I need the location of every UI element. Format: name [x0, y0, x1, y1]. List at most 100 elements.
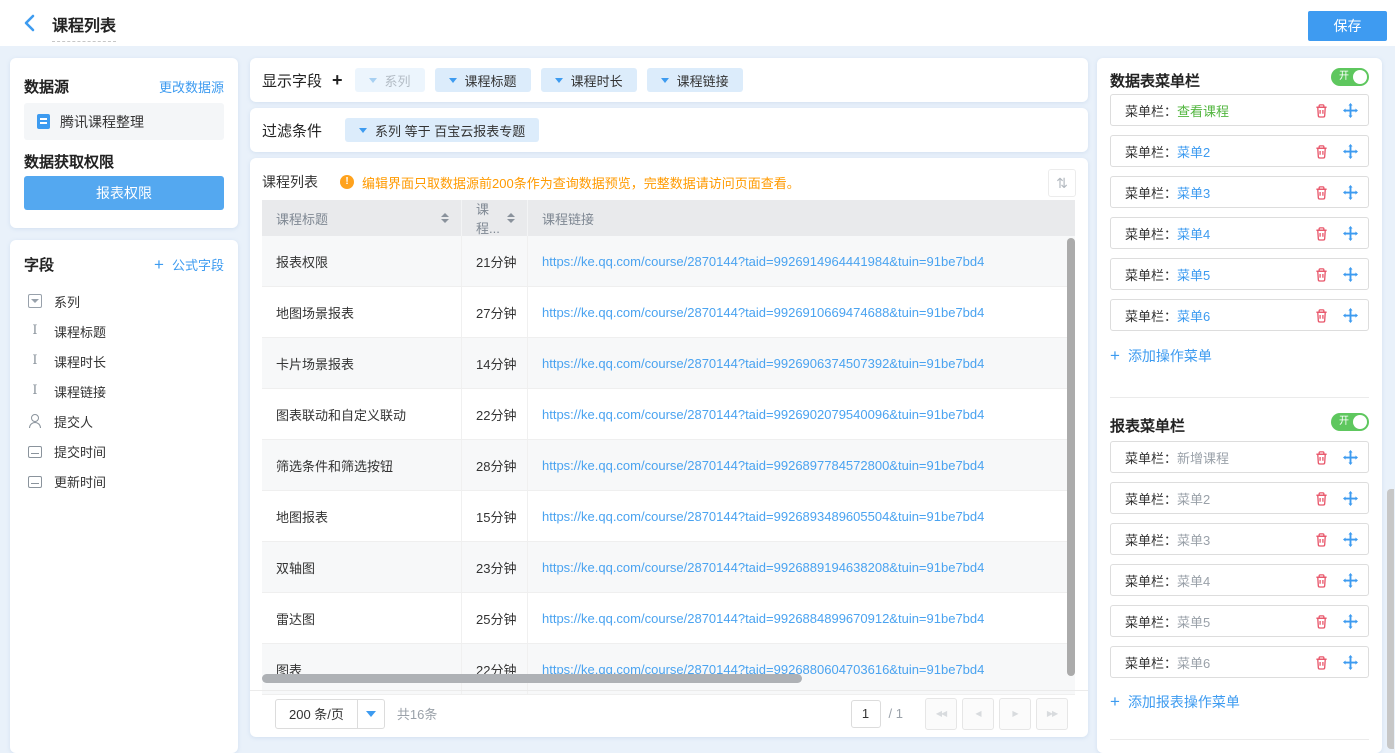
menu-item[interactable]: 菜单栏：菜单4: [1110, 217, 1369, 249]
filter-chip[interactable]: 系列 等于 百宝云报表专题: [345, 118, 539, 142]
course-link[interactable]: https://ke.qq.com/course/2870144?taid=99…: [542, 254, 984, 269]
move-icon[interactable]: [1342, 102, 1358, 118]
last-page-button[interactable]: ▶▶: [1036, 698, 1068, 730]
delete-icon[interactable]: [1313, 572, 1329, 588]
back-icon[interactable]: [20, 13, 40, 33]
report-permission-button[interactable]: 报表权限: [24, 176, 224, 210]
delete-icon[interactable]: [1313, 654, 1329, 670]
chevron-down-icon[interactable]: [661, 78, 669, 83]
column-header[interactable]: 课程...: [462, 200, 528, 236]
field-item[interactable]: 提交时间: [10, 436, 238, 466]
report-menu-toggle[interactable]: 开: [1331, 413, 1369, 431]
menu-item[interactable]: 菜单栏：菜单5: [1110, 258, 1369, 290]
column-header[interactable]: 课程标题: [262, 200, 462, 236]
add-table-menu-link[interactable]: + 添加操作菜单: [1110, 346, 1212, 366]
course-link[interactable]: https://ke.qq.com/course/2870144?taid=99…: [542, 356, 984, 371]
menu-item-value[interactable]: 菜单4: [1177, 224, 1210, 243]
save-button[interactable]: 保存: [1308, 11, 1387, 41]
delete-icon[interactable]: [1313, 307, 1329, 323]
page-title[interactable]: 课程列表: [52, 12, 116, 42]
sort-arrows-icon[interactable]: [507, 213, 515, 223]
menu-item-value[interactable]: 菜单6: [1177, 306, 1210, 325]
column-header[interactable]: 课程链接: [528, 200, 1075, 236]
change-datasource-link[interactable]: 更改数据源: [159, 77, 224, 96]
menu-item-value[interactable]: 菜单3: [1177, 530, 1210, 549]
menu-item[interactable]: 菜单栏：菜单6: [1110, 646, 1369, 678]
menu-item-value[interactable]: 菜单6: [1177, 653, 1210, 672]
move-icon[interactable]: [1342, 225, 1358, 241]
delete-icon[interactable]: [1313, 449, 1329, 465]
sort-arrows-icon[interactable]: [441, 213, 449, 223]
field-item[interactable]: 提交人: [10, 406, 238, 436]
menu-item-value[interactable]: 菜单2: [1177, 489, 1210, 508]
move-icon[interactable]: [1342, 143, 1358, 159]
menu-item[interactable]: 菜单栏：菜单2: [1110, 135, 1369, 167]
move-icon[interactable]: [1342, 531, 1358, 547]
menu-item-value[interactable]: 菜单2: [1177, 142, 1210, 161]
course-link[interactable]: https://ke.qq.com/course/2870144?taid=99…: [542, 611, 984, 626]
menu-item-value[interactable]: 菜单4: [1177, 571, 1210, 590]
delete-icon[interactable]: [1313, 613, 1329, 629]
menu-item-value[interactable]: 菜单3: [1177, 183, 1210, 202]
datasource-item[interactable]: 腾讯课程整理: [24, 103, 224, 140]
menu-item[interactable]: 菜单栏：菜单5: [1110, 605, 1369, 637]
menu-item[interactable]: 菜单栏：菜单3: [1110, 523, 1369, 555]
add-display-field-button[interactable]: +: [332, 70, 343, 91]
table-horizontal-scrollbar[interactable]: [262, 674, 802, 683]
course-link[interactable]: https://ke.qq.com/course/2870144?taid=99…: [542, 407, 984, 422]
field-item[interactable]: 更新时间: [10, 466, 238, 496]
field-item[interactable]: 课程链接: [10, 376, 238, 406]
menu-item[interactable]: 菜单栏：查看课程: [1110, 94, 1369, 126]
field-chip[interactable]: 课程标题: [435, 68, 531, 92]
delete-icon[interactable]: [1313, 531, 1329, 547]
move-icon[interactable]: [1342, 654, 1358, 670]
menu-item-value[interactable]: 查看课程: [1177, 101, 1229, 120]
menu-item-value[interactable]: 新增课程: [1177, 448, 1229, 467]
move-icon[interactable]: [1342, 490, 1358, 506]
course-link[interactable]: https://ke.qq.com/course/2870144?taid=99…: [542, 458, 984, 473]
move-icon[interactable]: [1342, 572, 1358, 588]
menu-item-value[interactable]: 菜单5: [1177, 612, 1210, 631]
course-link[interactable]: https://ke.qq.com/course/2870144?taid=99…: [542, 305, 984, 320]
menu-item[interactable]: 菜单栏：菜单6: [1110, 299, 1369, 331]
delete-icon[interactable]: [1313, 225, 1329, 241]
delete-icon[interactable]: [1313, 143, 1329, 159]
delete-icon[interactable]: [1313, 184, 1329, 200]
first-page-button[interactable]: ◀◀: [925, 698, 957, 730]
sort-order-button[interactable]: ⇅: [1048, 169, 1076, 197]
course-link[interactable]: https://ke.qq.com/course/2870144?taid=99…: [542, 509, 984, 524]
delete-icon[interactable]: [1313, 490, 1329, 506]
prev-page-button[interactable]: ◀: [962, 698, 994, 730]
page-size-select[interactable]: 200 条/页: [275, 699, 385, 729]
move-icon[interactable]: [1342, 266, 1358, 282]
add-report-menu-link[interactable]: + 添加报表操作菜单: [1110, 692, 1240, 712]
course-link[interactable]: https://ke.qq.com/course/2870144?taid=99…: [542, 560, 984, 575]
add-formula-field-link[interactable]: + 公式字段: [154, 255, 224, 275]
chevron-down-icon[interactable]: [555, 78, 563, 83]
chevron-down-icon[interactable]: [449, 78, 457, 83]
field-chip[interactable]: 课程链接: [647, 68, 743, 92]
menu-item[interactable]: 菜单栏：新增课程: [1110, 441, 1369, 473]
field-item[interactable]: 课程时长: [10, 346, 238, 376]
move-icon[interactable]: [1342, 449, 1358, 465]
field-item[interactable]: 系列: [10, 286, 238, 316]
move-icon[interactable]: [1342, 184, 1358, 200]
delete-icon[interactable]: [1313, 102, 1329, 118]
next-page-button[interactable]: ▶: [999, 698, 1031, 730]
table-vertical-scrollbar[interactable]: [1067, 238, 1075, 676]
page-vertical-scrollbar[interactable]: [1387, 489, 1394, 749]
menu-item-value[interactable]: 菜单5: [1177, 265, 1210, 284]
page-input[interactable]: 1: [851, 700, 881, 728]
menu-item[interactable]: 菜单栏：菜单2: [1110, 482, 1369, 514]
chevron-down-icon[interactable]: [369, 78, 377, 83]
chevron-down-icon[interactable]: [357, 700, 384, 728]
move-icon[interactable]: [1342, 307, 1358, 323]
field-chip[interactable]: 课程时长: [541, 68, 637, 92]
delete-icon[interactable]: [1313, 266, 1329, 282]
table-menu-toggle[interactable]: 开: [1331, 68, 1369, 86]
chevron-down-icon[interactable]: [359, 128, 367, 133]
field-item[interactable]: 课程标题: [10, 316, 238, 346]
field-chip[interactable]: 系列: [355, 68, 425, 92]
menu-item[interactable]: 菜单栏：菜单3: [1110, 176, 1369, 208]
menu-item[interactable]: 菜单栏：菜单4: [1110, 564, 1369, 596]
